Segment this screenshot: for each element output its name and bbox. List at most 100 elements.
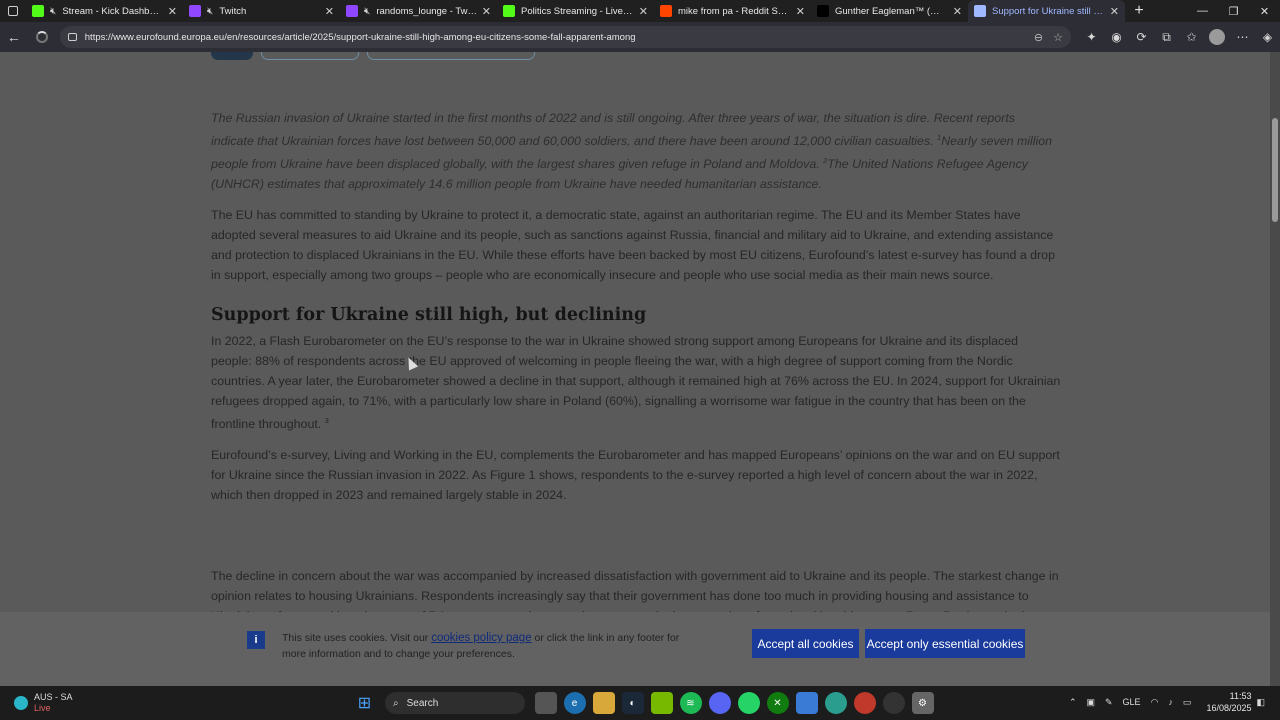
paragraph: The EU has committed to standing by Ukra… [211,208,1055,283]
muted-speaker-icon[interactable]: 🔇︎ [50,6,56,17]
section-heading: Support for Ukraine still high, but decl… [211,305,647,326]
cookie-banner: i This site uses cookies. Visit our cook… [0,612,1270,686]
wifi-icon[interactable]: ◠ [1151,697,1159,708]
volume-icon[interactable]: ♪ [1168,697,1173,707]
close-tab-icon[interactable]: ✕ [1110,5,1119,18]
pen-icon[interactable]: ✎ [1105,697,1113,708]
tab-title: Gunther Eagleman™ (@GuntherE [835,5,949,17]
taskbar-search[interactable]: ⌕ Search [385,692,525,714]
chevron-up-icon[interactable]: ⌃ [1069,697,1077,708]
browser-tab[interactable]: 🔇︎ Stream - Kick Dashboard ✕ [26,0,183,22]
clock[interactable]: 11:53 16/08/2025 [1206,690,1251,714]
address-bar[interactable]: https://www.eurofound.europa.eu/en/resou… [59,26,1072,48]
tag-pill[interactable] [261,52,359,60]
navigation-bar: ← https://www.eurofound.europa.eu/en/res… [0,22,1280,52]
steam-icon[interactable]: ◐ [621,692,644,714]
creative-cloud-icon[interactable] [853,692,876,714]
weather-icon [14,696,28,710]
spotify-icon[interactable]: ≋ [679,692,702,714]
back-button[interactable]: ← [0,29,28,45]
weather-status: Live [34,703,51,713]
url-text[interactable]: https://www.eurofound.europa.eu/en/resou… [85,32,1024,43]
tab-actions-icon [8,6,18,16]
new-tab-button[interactable]: + [1125,2,1153,20]
close-tab-icon[interactable]: ✕ [639,5,648,18]
whatsapp-icon[interactable] [737,692,760,714]
close-tab-icon[interactable]: ✕ [168,5,177,18]
edge-icon[interactable]: e [563,692,586,714]
nvidia-icon[interactable] [650,692,673,714]
figure-placeholder [211,516,1061,566]
kick-icon [32,5,44,17]
discord-icon[interactable] [708,692,731,714]
tag-pill[interactable] [211,52,253,60]
reddit-icon [660,5,672,17]
app-icon[interactable] [824,692,847,714]
kick-icon [503,5,515,17]
browser-tab[interactable]: Politics Streaming - Live Streams ✕ [497,0,654,22]
refresh-icon[interactable]: ⟳ [1129,30,1154,44]
browser-tab[interactable]: 🔇︎ randoms_lounge - Twitch ✕ [340,0,497,22]
info-icon: i [247,631,265,649]
system-tray: ⌃ ▣ ✎ GLE ◠ ♪ ▭ 11:53 16/08/2025 ◧ [1064,690,1270,714]
close-tab-icon[interactable]: ✕ [482,5,491,18]
twitch-icon [346,5,358,17]
settings-icon[interactable]: ⚙ [911,692,934,714]
xbox-icon[interactable]: ✕ [766,692,789,714]
article-body: The Russian invasion of Ukraine started … [211,108,1061,657]
tray-app-icon[interactable]: ▣ [1086,697,1095,708]
tab-title: mike from pa - Reddit Search! [678,5,792,17]
photos-icon[interactable] [795,692,818,714]
tab-actions-button[interactable] [0,0,26,22]
reader-mode-icon[interactable]: ⊖ [1034,31,1043,44]
weather-widget[interactable]: AUS - SA Live [14,692,334,714]
tag-row [211,52,535,60]
close-tab-icon[interactable]: ✕ [325,5,334,18]
extension-icon[interactable]: ✦ [1079,30,1104,44]
browser-tab[interactable]: Gunther Eagleman™ (@GuntherE ✕ [811,0,968,22]
notification-icon[interactable]: ◧ [1256,697,1265,708]
tab-title: randoms_lounge - Twitch [376,5,478,17]
muted-speaker-icon[interactable]: 🔇︎ [364,6,370,17]
tab-title: Twitch [219,5,247,17]
copilot-icon[interactable]: ◈ [1255,30,1280,44]
maximize-button[interactable]: ❐ [1218,5,1249,18]
web-page: The Russian invasion of Ukraine started … [0,52,1270,686]
favorite-star-icon[interactable]: ☆ [1053,31,1063,44]
battery-icon[interactable]: ▭ [1183,697,1192,708]
site-info-icon[interactable] [67,33,77,41]
start-button-icon[interactable]: ⊞ [354,692,376,714]
profile-avatar[interactable] [1209,29,1226,45]
muted-speaker-icon[interactable]: 🔇︎ [207,6,213,17]
x-icon [817,5,829,17]
menu-icon[interactable]: ⋯ [1230,30,1255,44]
twitch-icon [189,5,201,17]
task-view-icon[interactable] [534,692,557,714]
page-scrollbar[interactable] [1270,52,1280,686]
tab-title: Stream - Kick Dashboard [62,5,164,17]
tab-strip: 🔇︎ Stream - Kick Dashboard ✕ 🔇︎ Twitch ✕ 🔇︎ ran… [0,0,1280,22]
accept-essential-cookies-button[interactable]: Accept only essential cookies [865,629,1025,658]
file-explorer-icon[interactable] [592,692,615,714]
favorites-icon[interactable]: ✩ [1179,30,1204,44]
loading-icon [974,5,986,17]
paragraph: In 2022, a Flash Eurobarometer on the EU… [211,334,1061,432]
browser-essentials-icon[interactable]: ◉ [1104,30,1129,44]
language-indicator[interactable]: GLE [1123,697,1141,707]
scrollbar-thumb[interactable] [1272,118,1278,222]
close-tab-icon[interactable]: ✕ [953,5,962,18]
minimize-button[interactable]: — [1187,5,1218,18]
close-window-button[interactable]: ✕ [1249,5,1280,18]
cookie-message: This site uses cookies. Visit our cookie… [282,632,680,660]
browser-tab[interactable]: Support for Ukraine still high am ✕ [968,0,1125,22]
tag-pill[interactable] [367,52,535,60]
accept-all-cookies-button[interactable]: Accept all cookies [752,629,859,658]
close-tab-icon[interactable]: ✕ [796,5,805,18]
extensions-icon[interactable]: ⧉ [1154,30,1179,45]
cookies-policy-link[interactable]: cookies policy page [431,632,531,644]
browser-tab[interactable]: mike from pa - Reddit Search! ✕ [654,0,811,22]
obs-icon[interactable] [882,692,905,714]
search-icon: ⌕ [393,697,399,709]
tab-title: Politics Streaming - Live Streams [521,5,635,17]
browser-tab[interactable]: 🔇︎ Twitch ✕ [183,0,340,22]
